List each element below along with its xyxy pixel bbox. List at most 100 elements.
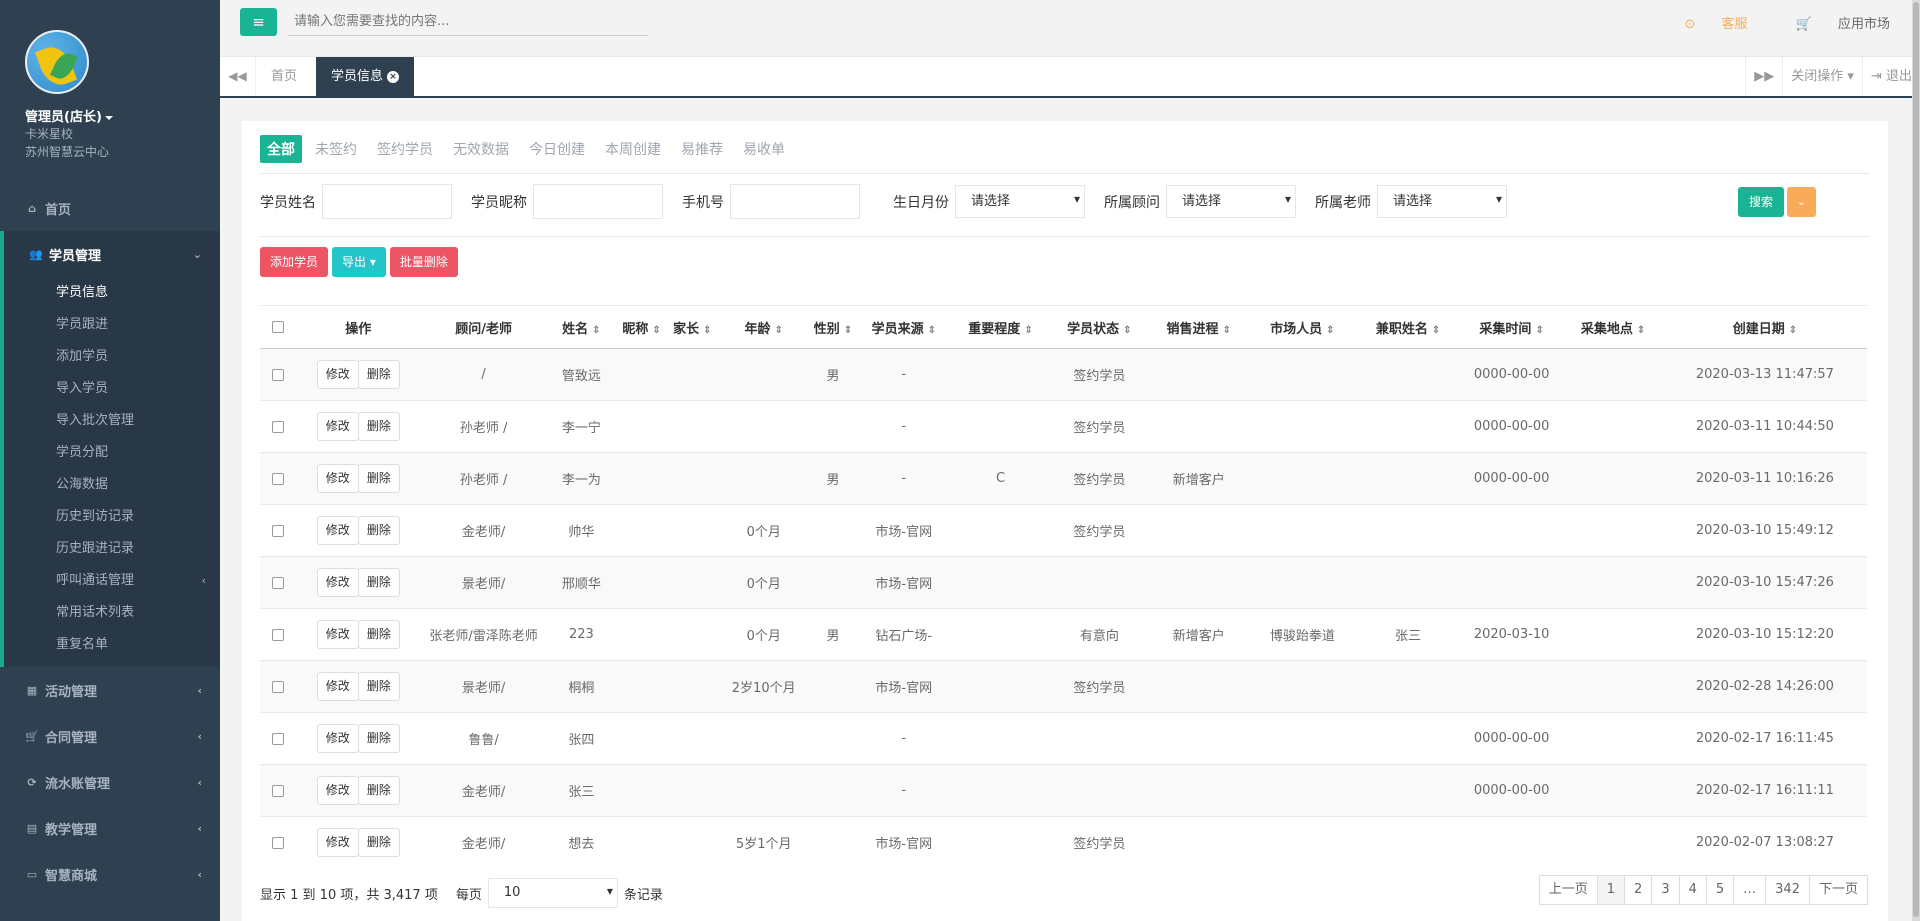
submenu-item-call-mgmt[interactable]: 呼叫通话管理 ‹ bbox=[4, 565, 220, 597]
edit-button[interactable]: 修改 bbox=[316, 672, 359, 701]
row-checkbox[interactable] bbox=[271, 784, 284, 797]
page-next[interactable]: 下一页 bbox=[1808, 875, 1868, 905]
row-select-cell[interactable] bbox=[260, 400, 296, 453]
per-page-select[interactable]: 10 bbox=[487, 877, 618, 908]
th-status[interactable]: 学员状态 ⇕ bbox=[1049, 305, 1150, 349]
filter-unsigned[interactable]: 未签约 bbox=[308, 135, 364, 163]
th-gender[interactable]: 性别 ⇕ bbox=[809, 305, 857, 349]
filter-invalid[interactable]: 无效数据 bbox=[446, 135, 516, 163]
row-select-cell[interactable] bbox=[260, 556, 296, 609]
row-checkbox[interactable] bbox=[271, 472, 284, 485]
row-checkbox[interactable] bbox=[271, 628, 284, 641]
student-nick-input[interactable] bbox=[533, 184, 663, 219]
th-market-staff[interactable]: 市场人员 ⇕ bbox=[1248, 305, 1357, 349]
sidebar-item-student-mgmt[interactable]: 👥 学员管理 ⌄ 学员信息 学员跟进 添加学员 导入学员 导入批次管理 学员分配 公… bbox=[0, 231, 220, 667]
delete-button[interactable]: 删除 bbox=[357, 828, 400, 858]
submenu-item-public-pool[interactable]: 公海数据 bbox=[4, 469, 220, 501]
search-button[interactable]: 搜索 bbox=[1738, 187, 1784, 217]
edit-button[interactable]: 修改 bbox=[316, 360, 359, 389]
tab-home[interactable]: 首页 bbox=[256, 57, 312, 96]
edit-button[interactable]: 修改 bbox=[316, 828, 359, 858]
add-student-button[interactable]: 添加学员 bbox=[260, 247, 329, 277]
th-parttime-name[interactable]: 兼职姓名 ⇕ bbox=[1356, 305, 1460, 349]
row-checkbox[interactable] bbox=[271, 836, 284, 849]
row-select-cell[interactable] bbox=[260, 504, 296, 557]
th-created[interactable]: 创建日期 ⇕ bbox=[1662, 305, 1867, 349]
row-checkbox[interactable] bbox=[271, 368, 284, 381]
profile-name[interactable]: 管理员(店长) bbox=[25, 106, 220, 125]
sidebar-item-teaching[interactable]: ▤ 教学管理 ‹ bbox=[0, 805, 220, 851]
delete-button[interactable]: 删除 bbox=[357, 776, 400, 805]
submenu-item-assign[interactable]: 学员分配 bbox=[4, 437, 220, 469]
submenu-item-followup-history[interactable]: 历史跟进记录 bbox=[4, 533, 220, 565]
cell-name[interactable]: 想去 bbox=[546, 816, 617, 869]
select-all-checkbox[interactable] bbox=[271, 321, 284, 333]
th-parent[interactable]: 家长 ⇕ bbox=[666, 305, 718, 349]
advisor-select[interactable]: 请选择 bbox=[1166, 184, 1296, 218]
expand-filters-button[interactable]: ⌄ bbox=[1787, 187, 1816, 217]
delete-button[interactable]: 删除 bbox=[357, 568, 400, 597]
app-market-link[interactable]: 🛒 应用市场 bbox=[1774, 17, 1890, 32]
submenu-item-import-student[interactable]: 导入学员 bbox=[4, 373, 220, 405]
th-nickname[interactable]: 昵称 ⇕ bbox=[616, 305, 667, 349]
filter-signed[interactable]: 签约学员 bbox=[370, 135, 440, 163]
edit-button[interactable]: 修改 bbox=[316, 464, 359, 493]
submenu-item-add-student[interactable]: 添加学员 bbox=[4, 341, 220, 373]
delete-button[interactable]: 删除 bbox=[357, 672, 400, 701]
submenu-item-duplicates[interactable]: 重复名单 bbox=[4, 629, 220, 661]
cell-name[interactable]: 李一为 bbox=[546, 452, 617, 505]
filter-collect[interactable]: 易收单 bbox=[736, 135, 792, 163]
row-select-cell[interactable] bbox=[260, 712, 296, 765]
filter-all[interactable]: 全部 bbox=[260, 135, 302, 163]
delete-button[interactable]: 删除 bbox=[357, 516, 400, 545]
edit-button[interactable]: 修改 bbox=[316, 516, 359, 545]
global-search-input[interactable] bbox=[288, 8, 648, 36]
close-icon[interactable]: × bbox=[387, 70, 400, 83]
cell-name[interactable]: 223 bbox=[546, 608, 617, 661]
row-select-cell[interactable] bbox=[260, 816, 296, 869]
row-select-cell[interactable] bbox=[260, 452, 296, 505]
submenu-item-student-info[interactable]: 学员信息 bbox=[4, 277, 220, 309]
row-select-cell[interactable] bbox=[260, 660, 296, 713]
cell-name[interactable]: 李一宁 bbox=[546, 400, 617, 453]
teacher-select[interactable]: 请选择 bbox=[1377, 184, 1507, 218]
th-name[interactable]: 姓名 ⇕ bbox=[546, 305, 617, 349]
scrollbar-thumb[interactable] bbox=[1913, 2, 1919, 917]
delete-button[interactable]: 删除 bbox=[357, 620, 400, 649]
sidebar-item-mall[interactable]: ▭ 智慧商城 ‹ bbox=[0, 851, 220, 897]
sidebar-item-contract[interactable]: 🛒 合同管理 ‹ bbox=[0, 713, 220, 759]
delete-button[interactable]: 删除 bbox=[357, 724, 400, 753]
th-sales-progress[interactable]: 销售进程 ⇕ bbox=[1149, 305, 1249, 349]
export-button[interactable]: 导出 ▾ bbox=[332, 247, 386, 277]
row-checkbox[interactable] bbox=[271, 524, 284, 537]
sidebar-item-activity[interactable]: ▦ 活动管理 ‹ bbox=[0, 667, 220, 713]
th-collect-time[interactable]: 采集时间 ⇕ bbox=[1459, 305, 1564, 349]
row-checkbox[interactable] bbox=[271, 732, 284, 745]
page-342[interactable]: 342 bbox=[1765, 875, 1810, 905]
cell-name[interactable]: 帅华 bbox=[546, 504, 617, 557]
edit-button[interactable]: 修改 bbox=[316, 568, 359, 597]
th-source[interactable]: 学员来源 ⇕ bbox=[856, 305, 952, 349]
student-name-input[interactable] bbox=[322, 184, 452, 219]
edit-button[interactable]: 修改 bbox=[316, 724, 359, 753]
row-select-cell[interactable] bbox=[260, 348, 296, 401]
row-select-cell[interactable] bbox=[260, 608, 296, 661]
page-scrollbar[interactable] bbox=[1912, 0, 1920, 921]
menu-toggle-button[interactable]: ≡ bbox=[240, 8, 277, 36]
submenu-item-student-followup[interactable]: 学员跟进 bbox=[4, 309, 220, 341]
edit-button[interactable]: 修改 bbox=[316, 620, 359, 649]
avatar[interactable] bbox=[25, 30, 89, 94]
page-3[interactable]: 3 bbox=[1651, 875, 1680, 905]
page-5[interactable]: 5 bbox=[1705, 875, 1735, 905]
page-1[interactable]: 1 bbox=[1596, 875, 1626, 905]
row-checkbox[interactable] bbox=[271, 420, 284, 433]
filter-week[interactable]: 本周创建 bbox=[598, 135, 668, 163]
filter-recommend[interactable]: 易推荐 bbox=[674, 135, 730, 163]
batch-delete-button[interactable]: 批量删除 bbox=[389, 247, 458, 277]
edit-button[interactable]: 修改 bbox=[316, 776, 359, 805]
tabs-scroll-left-button[interactable]: ◀◀ bbox=[220, 57, 256, 96]
submenu-item-import-batch[interactable]: 导入批次管理 bbox=[4, 405, 220, 437]
edit-button[interactable]: 修改 bbox=[316, 412, 359, 441]
cell-name[interactable]: 管致远 bbox=[546, 348, 617, 401]
sidebar-item-home[interactable]: ⌂ 首页 bbox=[0, 185, 220, 231]
